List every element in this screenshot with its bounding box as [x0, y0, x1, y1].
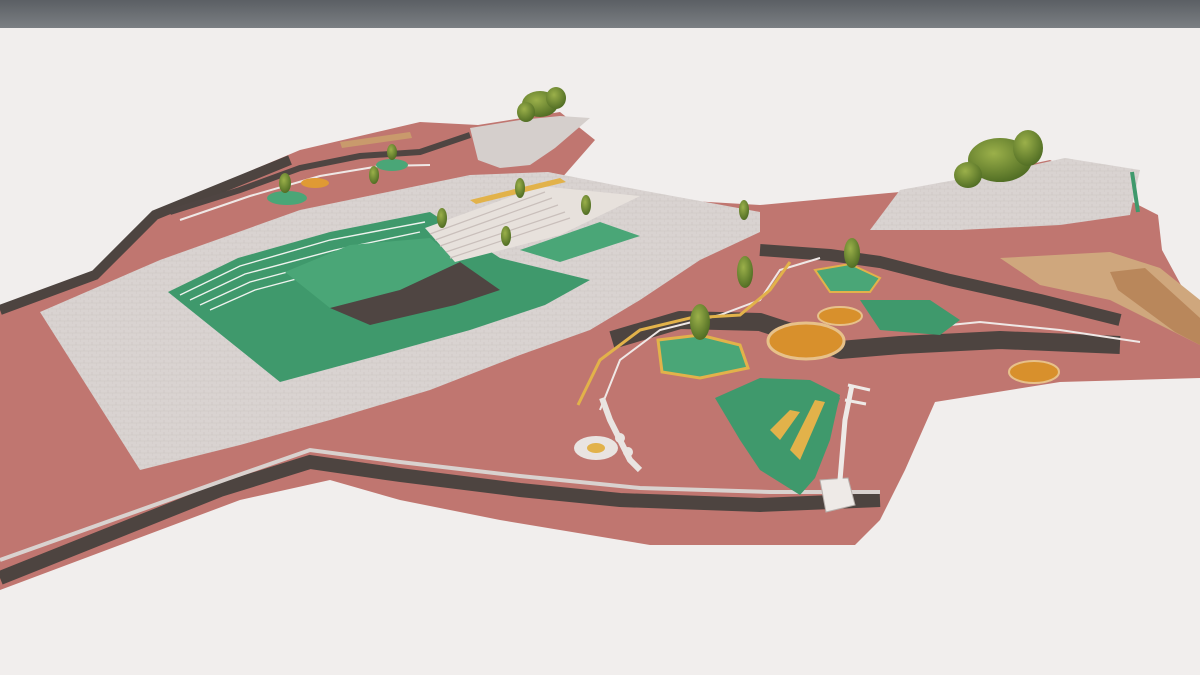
orange-circle-upper	[301, 178, 329, 188]
orange-circle-large	[766, 321, 846, 361]
orange-circle-right	[1008, 360, 1060, 384]
orange-circle-mid	[817, 306, 863, 326]
green-planter-upper-2	[376, 159, 408, 171]
sky-band	[0, 0, 1200, 28]
park-render-scene	[0, 0, 1200, 675]
green-planter-upper-1	[267, 191, 307, 205]
